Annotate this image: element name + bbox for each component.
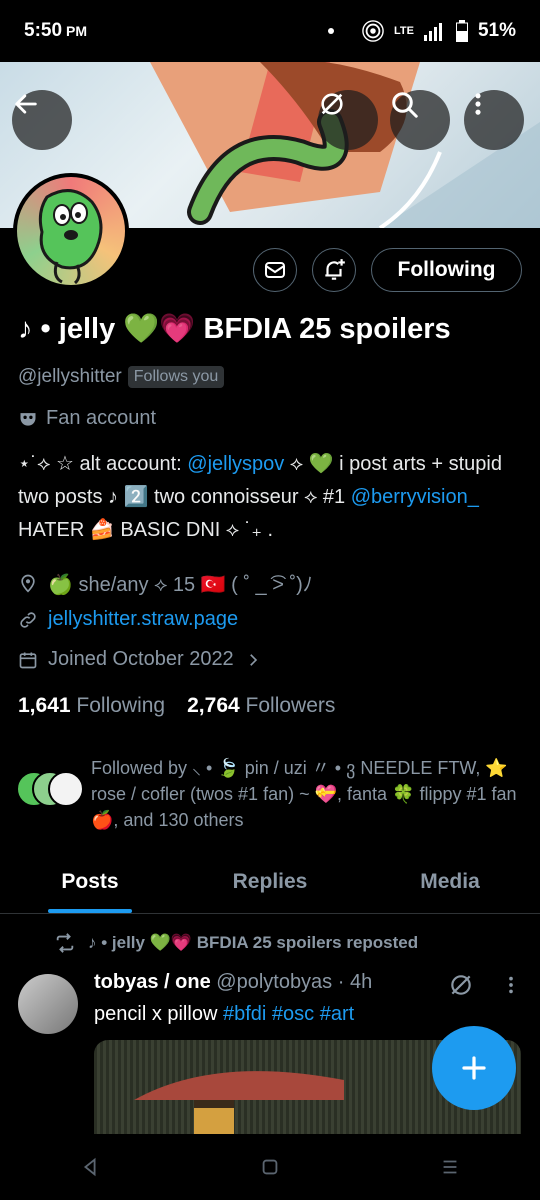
calendar-icon [19, 652, 37, 668]
more-vertical-icon[interactable] [500, 974, 522, 996]
profile-website[interactable]: jellyshitter.straw.page [18, 608, 238, 631]
mail-icon [265, 262, 285, 278]
post-time: · 4h [337, 971, 373, 993]
profile-handle: @jellyshitter [18, 366, 122, 387]
bio-link-alt-account[interactable]: @jellyspov [187, 453, 284, 475]
bio-text: HATER 🍰 BASIC DNI ⟡ ˙₊ . [18, 519, 273, 541]
post-author-name[interactable]: tobyas / one [94, 971, 211, 993]
compose-button[interactable] [432, 1026, 516, 1110]
avatar-art [38, 189, 103, 285]
profile-avatar[interactable] [13, 173, 129, 289]
tab-posts[interactable]: Posts [0, 858, 180, 913]
handle-row: @jellyshitter Follows you [18, 366, 225, 388]
signal-icon [423, 23, 442, 41]
hashtag[interactable]: #bfdi [223, 1003, 266, 1025]
joined-text: Joined October 2022 [48, 648, 234, 670]
follows-you-badge: Follows you [127, 366, 225, 388]
back-arrow-icon [15, 94, 37, 114]
search-button[interactable] [390, 90, 450, 150]
profile-joined[interactable]: Joined October 2022 [18, 648, 262, 671]
bell-plus-icon [325, 259, 345, 280]
status-bar: 5:50 PM LTE 51% [0, 0, 540, 62]
eye-slash-icon[interactable] [448, 972, 474, 998]
post-author-handle[interactable]: @polytobyas [216, 971, 332, 993]
mask-icon [20, 412, 36, 426]
search-icon [392, 92, 418, 118]
more-button[interactable] [464, 90, 524, 150]
chevron-right-icon [249, 653, 257, 666]
tab-media[interactable]: Media [360, 858, 540, 913]
network-type: LTE [394, 25, 414, 37]
display-name: ♪ • jelly 💚💗 BFDIA 25 spoilers [18, 313, 451, 345]
hashtag[interactable]: #osc [272, 1003, 314, 1025]
post-header: tobyas / one @polytobyas · 4h [94, 971, 372, 994]
battery-icon [455, 20, 468, 42]
hashtag[interactable]: #art [320, 1003, 354, 1025]
message-button[interactable] [253, 248, 297, 292]
bio-link-berryvision[interactable]: @berryvision_ [351, 486, 479, 508]
followed-by-text[interactable]: Followed by ⸜ • 🍃 pin / uzi 〃 • ვ NEEDLE… [91, 755, 526, 833]
follower-avatar [48, 771, 84, 807]
tab-replies[interactable]: Replies [180, 858, 360, 913]
followers-count-link[interactable]: 2,764 Followers [187, 694, 335, 718]
category-label: Fan account [46, 407, 157, 429]
bio-text: ⋆˙⟡ ☆ alt account: [18, 453, 188, 475]
notification-dot [328, 28, 334, 34]
link-icon [20, 611, 36, 628]
notify-button[interactable] [312, 248, 356, 292]
post-text: pencil x pillow #bfdi #osc #art [94, 1003, 354, 1026]
following-count-link[interactable]: 1,641 Following [18, 694, 165, 718]
status-time: 5:50 PM [24, 20, 88, 41]
follow-counts: 1,641 Following 2,764 Followers [18, 694, 335, 718]
nav-back-icon[interactable] [79, 1156, 101, 1178]
repost-icon [56, 933, 74, 953]
location-pin-icon [21, 574, 35, 593]
profile-category: Fan account [18, 407, 156, 430]
location-text: 🍏 she/any ⟡ 15 🇹🇷 ( ˚ _ ͡> ˚)ﾉ [48, 574, 313, 596]
system-nav-bar [0, 1134, 540, 1200]
eye-slash-icon [321, 93, 343, 115]
following-button[interactable]: Following [371, 248, 522, 292]
profile-bio: ⋆˙⟡ ☆ alt account: @jellyspov ⟡ 💚 i post… [18, 448, 518, 547]
profile-location: 🍏 she/any ⟡ 15 🇹🇷 ( ˚ _ ͡> ˚)ﾉ [18, 568, 313, 597]
repost-label: ♪ • jelly 💚💗 BFDIA 25 spoilers reposted [88, 933, 419, 952]
back-button[interactable] [12, 90, 72, 150]
plus-icon [462, 1056, 486, 1080]
hotspot-icon [362, 20, 384, 42]
more-vertical-icon [475, 93, 481, 115]
battery-level: 51% [477, 20, 516, 41]
profile-tabs: Posts Replies Media [0, 858, 540, 914]
post-author-avatar[interactable] [18, 974, 78, 1034]
post-body: pencil x pillow [94, 1003, 223, 1025]
nav-home-icon[interactable] [259, 1156, 281, 1178]
repost-indicator: ♪ • jelly 💚💗 BFDIA 25 spoilers reposted [54, 932, 418, 954]
website-link[interactable]: jellyshitter.straw.page [48, 608, 238, 631]
hide-button[interactable] [318, 90, 378, 150]
nav-recents-icon[interactable] [439, 1156, 461, 1178]
